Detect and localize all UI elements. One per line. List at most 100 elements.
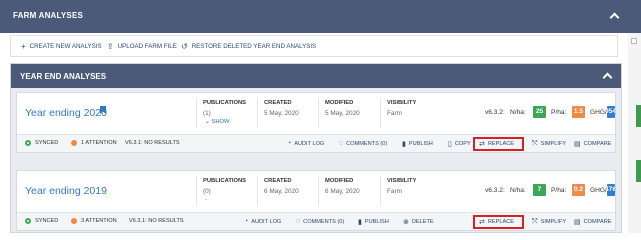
delete-button[interactable]: ⊗ DELETE [403, 218, 434, 226]
chevron-up-icon[interactable] [609, 12, 620, 23]
p-badge: 1.5 [572, 106, 585, 118]
audit-log-button[interactable]: ◔ AUDIT LOG [244, 218, 281, 225]
create-analysis-button[interactable]: + CREATE NEW ANALYSIS [21, 42, 102, 51]
chevron-down-icon: ⌄ [205, 119, 210, 125]
close-circle-icon: ⊗ [403, 219, 409, 226]
year-end-header[interactable]: YEAR END ANALYSES [11, 64, 621, 88]
show-label: SHOW [211, 119, 230, 125]
upload-farm-file-label: UPLOAD FARM FILE [117, 43, 177, 50]
comment-icon: ◌ [339, 140, 344, 147]
audit-log-button[interactable]: ◔ AUDIT LOG [287, 140, 324, 147]
upload-icon: ⇪ [107, 42, 114, 51]
attention-status[interactable]: 3 ATTENTION [71, 218, 117, 224]
synced-label: SYNCED [35, 218, 59, 224]
ghg-badge: 954 [607, 106, 615, 118]
show-publications-button[interactable]: ⌄ SHOW [205, 119, 230, 125]
n-badge: 25 [533, 106, 546, 118]
simplify-button[interactable]: ⤲ SIMPLIFY [532, 140, 566, 148]
publish-label: PUBLISH [408, 141, 433, 147]
simplify-label: SIMPLIFY [540, 141, 567, 147]
analysis-card-footer: SYNCED 3 ATTENTION V6.3.1: NO RESULTS ◔ A… [17, 212, 615, 230]
created-value: 5 May, 2020 [264, 110, 299, 117]
ghg-badge: 476 [607, 184, 615, 196]
copy-label: COPY [454, 141, 471, 147]
analysis-card-main: Year ending 2019 PUBLICATIONS (0) - CREA… [17, 171, 616, 212]
comments-button[interactable]: ◌ COMMENTS (0) [339, 140, 387, 147]
compare-button[interactable]: ▤ COMPARE [574, 218, 612, 226]
farm-analyses-header[interactable]: FARM ANALYSES [0, 0, 641, 33]
publications-empty: - [205, 197, 207, 203]
simplify-icon: ⤲ [532, 140, 538, 147]
publications-label: PUBLICATIONS [203, 178, 247, 184]
analysis-title-link[interactable]: Year ending 2019 [25, 185, 107, 197]
version-label: v6.3.2: [485, 187, 505, 194]
n-badge: 7 [533, 184, 546, 196]
publications-value: (0) [203, 188, 211, 195]
visibility-label: VISIBILITY [387, 100, 417, 106]
comment-icon: ◌ [296, 218, 301, 225]
divider [257, 98, 258, 128]
restore-deleted-label: RESTORE DELETED YEAR END ANALYSIS [191, 43, 317, 50]
p-badge: 0.2 [572, 184, 585, 196]
comments-button[interactable]: ◌ COMMENTS (0) [296, 218, 344, 225]
analysis-title-link[interactable]: Year ending 2020 [25, 107, 107, 119]
copy-button[interactable]: ▯ COPY [448, 140, 471, 148]
clock-icon: ◔ [244, 218, 249, 225]
clock-icon: ◔ [287, 140, 292, 147]
side-panel-edge [628, 33, 641, 233]
synced-label: SYNCED [35, 140, 59, 146]
modified-value: 6 May, 2020 [325, 188, 360, 195]
simplify-icon: ⤲ [532, 218, 538, 225]
replace-button[interactable]: ⇄ REPLACE [479, 218, 514, 226]
attention-label: 1 ATTENTION [81, 140, 117, 146]
create-analysis-label: CREATE NEW ANALYSIS [29, 43, 102, 50]
publications-value: (1) [203, 110, 211, 117]
compare-icon: ▤ [574, 141, 581, 148]
results-note: V6.3.1: NO RESULTS [129, 218, 184, 224]
attention-status[interactable]: 1 ATTENTION [71, 140, 117, 146]
results-note: V6.3.1: NO RESULTS [125, 140, 180, 146]
attention-dot-icon [71, 140, 77, 146]
publish-button[interactable]: ▮ PUBLISH [402, 140, 433, 148]
delete-label: DELETE [411, 219, 434, 225]
farm-analyses-title: FARM ANALYSES [13, 11, 84, 20]
simplify-button[interactable]: ⤲ SIMPLIFY [532, 218, 566, 226]
synced-status: SYNCED [25, 140, 58, 146]
p-label: P/ha: [551, 109, 567, 116]
divider [380, 98, 381, 128]
compare-button[interactable]: ▤ COMPARE [574, 140, 612, 148]
replace-button[interactable]: ⇄ REPLACE [479, 140, 514, 148]
upload-farm-file-button[interactable]: ⇪ UPLOAD FARM FILE [107, 42, 177, 51]
swap-icon: ⇄ [479, 219, 485, 226]
publish-button[interactable]: ▮ PUBLISH [358, 218, 389, 226]
version-label: v6.3.2: [485, 109, 505, 116]
attention-label: 3 ATTENTION [81, 218, 117, 224]
visibility-label: VISIBILITY [387, 178, 417, 184]
checkbox-icon[interactable] [631, 38, 637, 44]
created-value: 6 May, 2020 [264, 188, 299, 195]
divider [318, 176, 319, 206]
restore-deleted-button[interactable]: ↺ RESTORE DELETED YEAR END ANALYSIS [181, 42, 316, 51]
n-label: N/ha: [510, 109, 526, 116]
comments-label: COMMENTS (0) [346, 140, 388, 147]
analysis-card: Year ending 2020 PUBLICATIONS (1) ⌄ SHOW… [16, 92, 616, 153]
compare-icon: ▤ [574, 219, 581, 226]
n-label: N/ha: [510, 187, 526, 194]
visibility-value: Farm [387, 110, 402, 117]
created-label: CREATED [264, 178, 292, 184]
analysis-card-footer: SYNCED 1 ATTENTION V6.3.1: NO RESULTS ◔ A… [17, 134, 615, 152]
side-indicator [636, 160, 641, 182]
replace-label: REPLACE [487, 141, 514, 147]
modified-label: MODIFIED [325, 100, 354, 106]
divider [380, 176, 381, 206]
swap-icon: ⇄ [479, 141, 485, 148]
chevron-up-icon[interactable] [602, 72, 613, 83]
divider [196, 98, 197, 128]
comments-label: COMMENTS (0) [303, 218, 345, 225]
side-indicator [636, 105, 641, 127]
publications-label: PUBLICATIONS [203, 100, 247, 106]
check-circle-icon [25, 140, 31, 146]
synced-status: SYNCED [25, 218, 58, 224]
simplify-label: SIMPLIFY [540, 219, 567, 225]
visibility-value: Farm [387, 188, 402, 195]
